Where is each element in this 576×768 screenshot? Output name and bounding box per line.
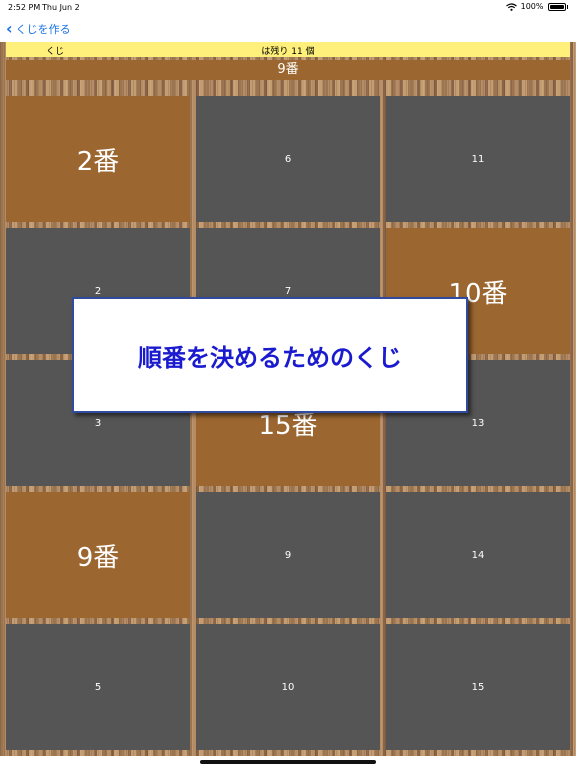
lottery-card[interactable]: 10 — [196, 624, 380, 750]
battery-icon — [547, 2, 566, 11]
lottery-card[interactable]: 2番 — [6, 96, 190, 222]
back-label: くじを作る — [15, 23, 71, 36]
battery-tip — [566, 4, 568, 9]
dialog-text: 順番を決めるためのくじ — [138, 343, 402, 372]
lottery-card[interactable]: 5 — [6, 624, 190, 750]
status-right: 100% — [505, 2, 568, 11]
lottery-card[interactable]: 14 — [386, 492, 570, 618]
header-row: くじ は残り 11 個 — [6, 42, 570, 57]
status-bar: 2:52 PM Thu Jun 2 100% — [0, 0, 576, 14]
title-dialog[interactable]: 順番を決めるためのくじ — [72, 297, 468, 413]
lottery-card[interactable]: 11 — [386, 96, 570, 222]
lottery-card[interactable]: 9 — [196, 492, 380, 618]
lottery-card[interactable]: 6 — [196, 96, 380, 222]
lottery-card[interactable]: 15 — [386, 624, 570, 750]
home-indicator[interactable] — [200, 760, 376, 764]
battery-percent: 100% — [520, 2, 544, 11]
status-date: Thu Jun 2 — [42, 3, 80, 12]
status-time: 2:52 PM — [8, 3, 41, 12]
wifi-icon — [505, 2, 517, 11]
chevron-left-icon: ‹ — [6, 19, 13, 38]
back-button[interactable]: ‹ くじを作る — [6, 21, 71, 37]
lottery-card[interactable]: 9番 — [6, 492, 190, 618]
remaining-count: は残り 11 個 — [261, 47, 315, 57]
nav-bar: ‹ くじを作る — [0, 14, 576, 42]
current-result: 9番 — [6, 60, 570, 80]
